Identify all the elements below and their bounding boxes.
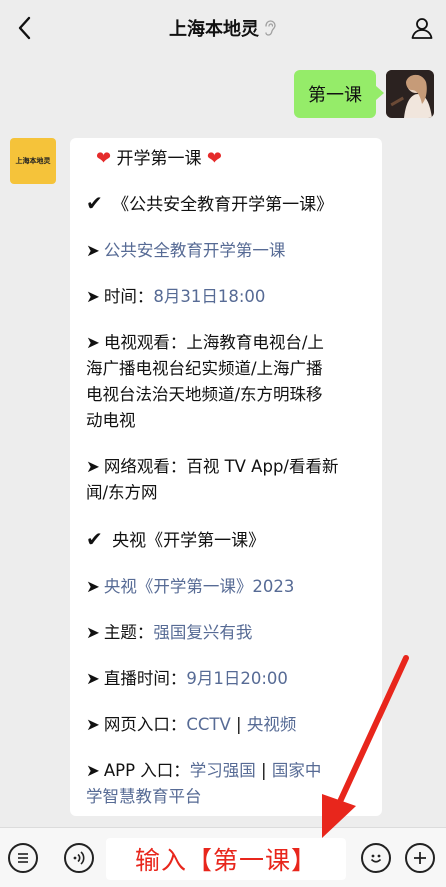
arrow-icon: ➤ (86, 457, 100, 476)
more-button[interactable] (405, 843, 435, 873)
national-platform-link-b[interactable]: 学智慧教育平台 (86, 787, 202, 806)
section1-link[interactable]: 公共安全教育开学第一课 (104, 241, 286, 260)
section1-title: ✔ 《公共安全教育开学第一课》 (86, 190, 368, 218)
xuexiqiangguo-link[interactable]: 学习强国 (190, 761, 256, 780)
time-line: ➤ 时间：8月31日18:00 (86, 284, 368, 310)
title-wrap: 上海本地灵 (169, 15, 277, 41)
section2-title: ✔ 央视《开学第一课》 (86, 526, 368, 554)
user-avatar-image (386, 70, 434, 118)
outgoing-message: 第一课 (294, 70, 434, 118)
webpage-line: ➤ 网页入口：CCTV | 央视频 (86, 712, 368, 738)
national-platform-link-a[interactable]: 国家中 (272, 761, 322, 780)
tv-value-4: 动电视 (86, 411, 136, 430)
section1-title-text: 《公共安全教育开学第一课》 (112, 195, 334, 215)
time-value[interactable]: 8月31日18:00 (153, 287, 265, 306)
link-separator: | (236, 715, 242, 734)
plus-icon (414, 852, 426, 864)
section1-link-line: ➤ 公共安全教育开学第一课 (86, 238, 368, 264)
web-value-2: 闻/东方网 (86, 483, 158, 502)
app-line: ➤ APP 入口：学习强国 | 国家中 学智慧教育平台 (86, 758, 368, 810)
chevron-left-icon (18, 16, 31, 40)
live-label: 直播时间： (103, 669, 187, 688)
web-line: ➤ 网络观看：百视 TV App/看看新 闻/东方网 (86, 454, 368, 506)
webpage-label: 网页入口： (103, 715, 187, 734)
menu-button[interactable] (8, 843, 38, 873)
avatar-bot-text: 上海本地灵 (15, 157, 51, 165)
profile-button[interactable] (406, 12, 438, 44)
emoji-button[interactable] (361, 843, 391, 873)
arrow-icon: ➤ (86, 761, 100, 780)
user-avatar[interactable] (386, 70, 434, 118)
cctv-link[interactable]: CCTV (186, 715, 230, 734)
arrow-icon: ➤ (86, 715, 100, 734)
ear-icon (265, 20, 276, 36)
yangshipin-link[interactable]: 央视频 (247, 715, 297, 734)
tv-value-1: 上海教育电视台/上 (186, 333, 324, 352)
web-label: 网络观看： (103, 457, 187, 476)
official-account-avatar[interactable]: 上海本地灵 (10, 138, 56, 184)
message-heading: ❤ 开学第一课 ❤ (86, 146, 368, 172)
arrow-icon: ➤ (86, 577, 100, 596)
web-value-1: 百视 TV App/看看新 (186, 457, 339, 476)
chat-header: 上海本地灵 (0, 0, 446, 56)
tv-label: 电视观看： (103, 333, 187, 352)
voice-icon (73, 851, 85, 865)
list-icon (18, 853, 28, 863)
arrow-icon: ➤ (86, 241, 100, 260)
outgoing-bubble[interactable]: 第一课 (294, 70, 384, 118)
link-separator: | (261, 761, 267, 780)
time-label: 时间： (103, 287, 154, 306)
live-value[interactable]: 9月1日20:00 (186, 669, 288, 688)
smiley-icon (370, 854, 382, 863)
chat-input-bar: 输入【第一课】 (0, 827, 446, 887)
incoming-bubble: ❤ 开学第一课 ❤ ✔ 《公共安全教育开学第一课》 ➤ 公共安全教育开学第一课 ➤… (70, 138, 382, 816)
theme-line: ➤ 主题：强国复兴有我 (86, 620, 368, 646)
arrow-icon: ➤ (86, 287, 100, 306)
theme-label: 主题： (103, 623, 154, 642)
message-input[interactable]: 输入【第一课】 (106, 838, 346, 880)
voice-button[interactable] (64, 843, 94, 873)
live-line: ➤ 直播时间：9月1日20:00 (86, 666, 368, 692)
input-text: 输入【第一课】 (134, 846, 317, 875)
section2-link[interactable]: 央视《开学第一课》2023 (104, 577, 295, 596)
tv-line: ➤ 电视观看：上海教育电视台/上 海广播电视台纪实频道/上海广播 电视台法治天地频… (86, 330, 368, 434)
heading-text: 开学第一课 (116, 149, 202, 169)
heart-icon: ❤ (206, 148, 222, 169)
section2-title-text: 央视《开学第一课》 (112, 531, 266, 551)
arrow-icon: ➤ (86, 623, 100, 642)
back-button[interactable] (8, 12, 40, 44)
chat-title: 上海本地灵 (169, 19, 259, 40)
app-label: APP 入口： (103, 761, 190, 780)
checkmark-icon: ✔ (86, 527, 103, 551)
tv-value-3: 电视台法治天地频道/东方明珠移 (86, 385, 323, 404)
arrow-icon: ➤ (86, 669, 100, 688)
outgoing-text: 第一课 (308, 85, 362, 106)
arrow-icon: ➤ (86, 333, 100, 352)
section2-link-line: ➤ 央视《开学第一课》2023 (86, 574, 368, 600)
person-icon (411, 18, 433, 39)
tv-value-2: 海广播电视台纪实频道/上海广播 (86, 359, 323, 378)
theme-value[interactable]: 强国复兴有我 (153, 623, 252, 642)
heart-icon: ❤ (96, 148, 112, 169)
checkmark-icon: ✔ (86, 191, 103, 215)
